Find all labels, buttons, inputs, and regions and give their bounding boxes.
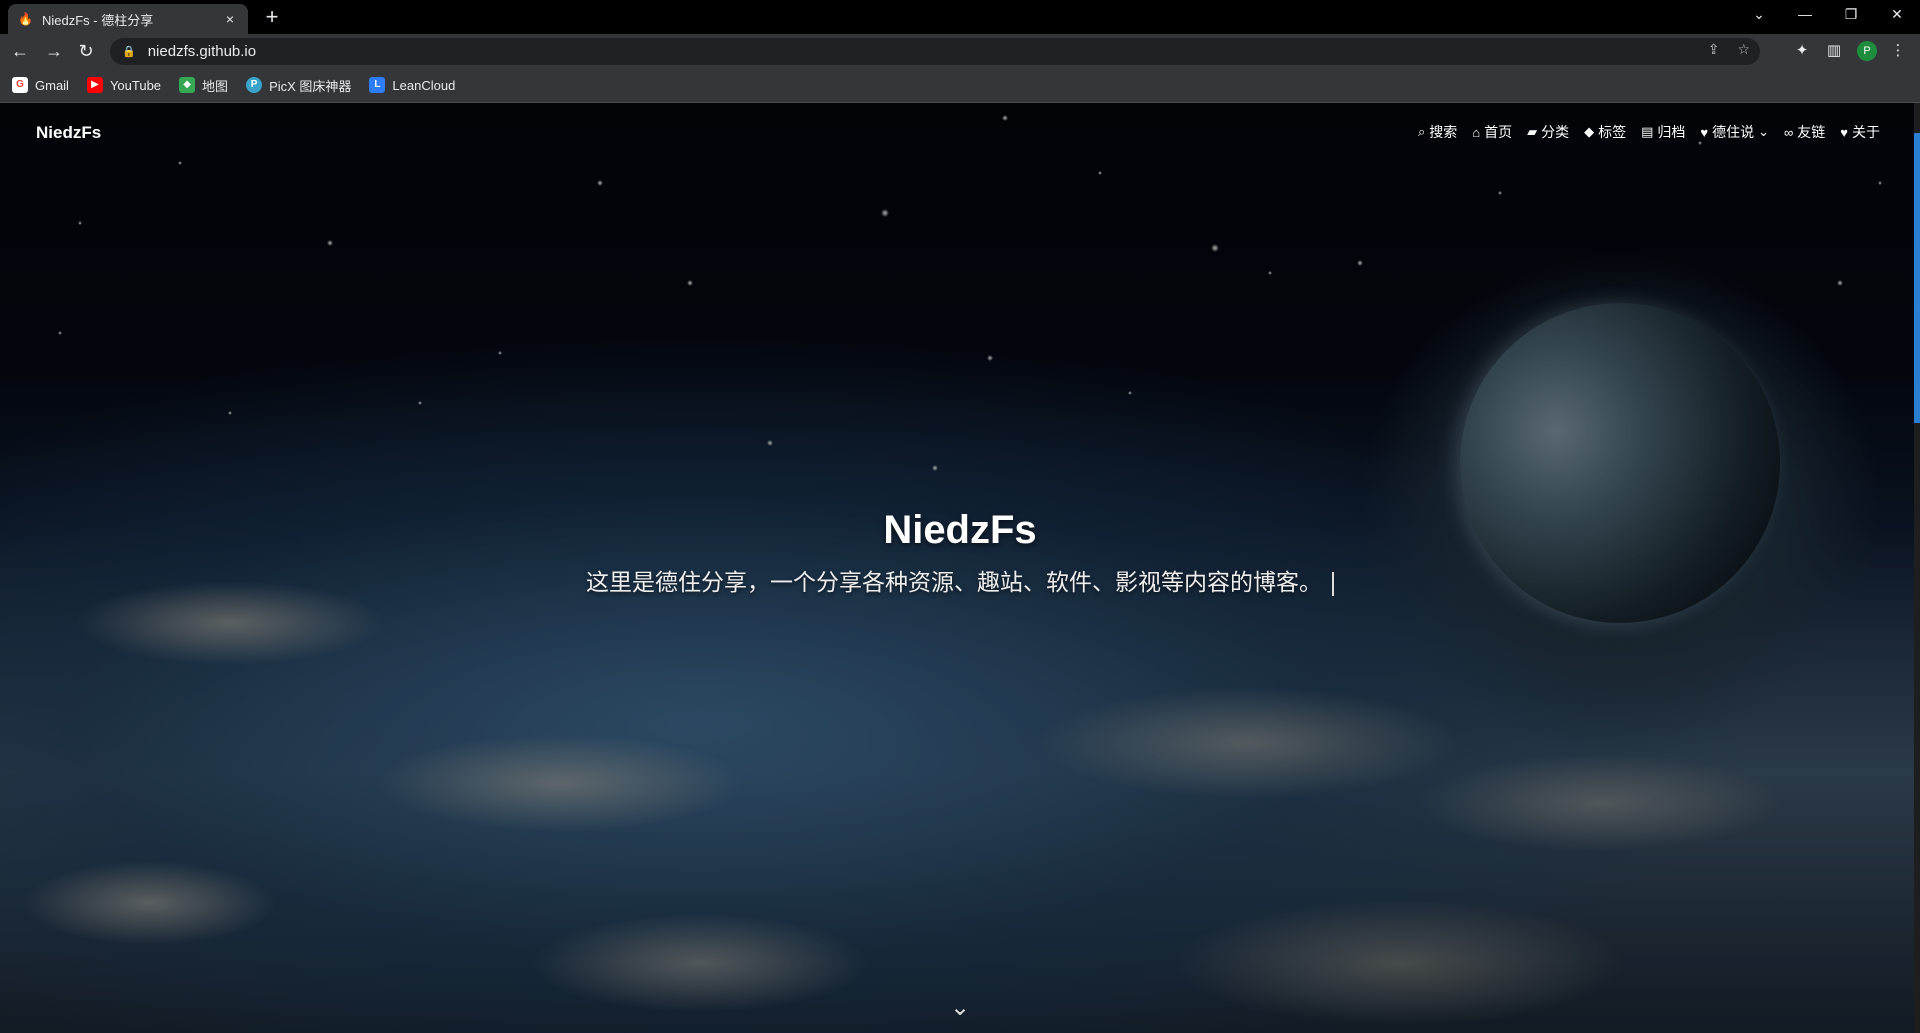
close-window-button[interactable]: ✕ (1874, 0, 1920, 30)
lock-icon: 🔒 (122, 46, 136, 58)
share-icon[interactable]: ⇪ (1708, 41, 1720, 58)
archive-icon: ▤ (1641, 124, 1654, 139)
address-bar[interactable]: 🔒 niedzfs.github.io ⇪ ☆ (110, 38, 1760, 65)
heart-icon: ♥ (1840, 124, 1848, 140)
nav-label: 关于 (1852, 124, 1880, 140)
nav-label: 德住说 (1712, 124, 1755, 140)
nav-about[interactable]: ♥ 关于 (1840, 122, 1880, 142)
scroll-down-chevron-icon[interactable]: ⌄ (945, 993, 975, 1021)
nav-label: 搜索 (1429, 124, 1458, 140)
tab-search-icon[interactable]: ⌄ (1736, 0, 1782, 30)
bookmark-label: Gmail (35, 77, 69, 93)
nav-tags[interactable]: ◆ 标签 (1584, 122, 1626, 142)
page-scrollbar[interactable] (1914, 103, 1920, 1033)
nav-dezhushuo[interactable]: ♥ 德住说 ⌄ (1700, 122, 1769, 142)
minimize-button[interactable]: — (1782, 0, 1828, 30)
profile-avatar[interactable]: P (1857, 41, 1877, 61)
home-icon: ⌂ (1472, 124, 1481, 140)
nav-archive[interactable]: ▤ 归档 (1641, 122, 1685, 142)
bookmarks-bar: G Gmail ▶ YouTube ◆ 地图 P PicX 图床神器 L Lea… (0, 68, 1920, 103)
site-favicon-icon: 🔥 (18, 12, 33, 26)
leancloud-icon: L (369, 77, 386, 93)
nav-label: 标签 (1598, 124, 1627, 140)
nav-label: 首页 (1484, 124, 1513, 140)
bookmark-picx[interactable]: P PicX 图床神器 (246, 76, 351, 95)
new-tab-button[interactable]: + (260, 6, 284, 30)
nav-links[interactable]: ∞ 友链 (1784, 122, 1825, 142)
search-icon: ⌕ (1417, 124, 1426, 139)
bookmark-label: PicX 图床神器 (269, 78, 352, 94)
nav-label: 分类 (1541, 124, 1570, 140)
nav-home[interactable]: ⌂ 首页 (1472, 122, 1512, 142)
tab-close-button[interactable]: × (222, 11, 238, 27)
maps-icon: ◆ (179, 77, 196, 93)
nav-label: 归档 (1657, 124, 1686, 140)
bookmark-star-icon[interactable]: ☆ (1737, 41, 1750, 58)
reload-button[interactable]: ↻ (74, 39, 98, 63)
subtitle-text: 这里是德住分享，一个分享各种资源、趣站、软件、影视等内容的博客。 (586, 569, 1322, 595)
site-title: NiedzFs (883, 508, 1037, 552)
bookmark-label: YouTube (109, 77, 162, 93)
browser-chrome: 🔥 NiedzFs - 德柱分享 × + ⌄ — ❐ ✕ ← → ↻ 🔒 nie… (0, 0, 1920, 103)
typing-cursor (1332, 571, 1334, 596)
forward-button[interactable]: → (42, 39, 66, 63)
menu-kebab-icon[interactable]: ⋮ (1886, 39, 1910, 63)
picx-icon: P (246, 77, 263, 93)
nav-label: 友链 (1797, 124, 1826, 140)
browser-toolbar: ← → ↻ 🔒 niedzfs.github.io ⇪ ☆ ✦ ▥ ⋮ (0, 34, 1920, 68)
tab-active[interactable]: 🔥 NiedzFs - 德柱分享 × (8, 4, 248, 34)
tab-title: NiedzFs - 德柱分享 (42, 12, 154, 28)
extensions-icon[interactable]: ✦ (1790, 39, 1814, 63)
site-subtitle: 这里是德住分享，一个分享各种资源、趣站、软件、影视等内容的博客。 (0, 563, 1920, 597)
bookmark-gmail[interactable]: G Gmail (12, 77, 69, 93)
chevron-down-icon: ⌄ (1758, 124, 1769, 139)
bookmark-leancloud[interactable]: L LeanCloud (369, 77, 455, 93)
bookmark-maps[interactable]: ◆ 地图 (179, 76, 228, 95)
restore-button[interactable]: ❐ (1828, 0, 1874, 30)
tab-strip: 🔥 NiedzFs - 德柱分享 × + ⌄ — ❐ ✕ (0, 0, 1920, 34)
bookmark-label: LeanCloud (392, 77, 456, 93)
side-panel-icon[interactable]: ▥ (1822, 39, 1846, 63)
google-icon: G (12, 77, 28, 93)
bookmark-label: 地图 (202, 78, 229, 94)
scrollbar-thumb[interactable] (1914, 133, 1920, 423)
bookmark-youtube[interactable]: ▶ YouTube (86, 77, 162, 93)
nav-search[interactable]: ⌕ 搜索 (1418, 122, 1457, 142)
link-icon: ∞ (1784, 124, 1794, 140)
site-brand-link[interactable]: NiedzFs (36, 123, 101, 143)
heart-icon: ♥ (1700, 124, 1709, 140)
site-nav: ⌕ 搜索 ⌂ 首页 ▰ 分类 ◆ 标签 ▤ 归档 ♥ 德住说 ⌄ ∞ 友链 ♥ (1418, 122, 1880, 142)
tags-icon: ◆ (1584, 124, 1595, 139)
url-text: niedzfs.github.io (147, 43, 257, 60)
folder-icon: ▰ (1527, 124, 1538, 139)
nav-categories[interactable]: ▰ 分类 (1527, 122, 1569, 142)
back-button[interactable]: ← (8, 39, 32, 63)
youtube-icon: ▶ (86, 77, 103, 93)
hero-banner: NiedzFs ⌕ 搜索 ⌂ 首页 ▰ 分类 ◆ 标签 ▤ 归档 ♥ 德住说 ⌄… (0, 103, 1920, 1033)
